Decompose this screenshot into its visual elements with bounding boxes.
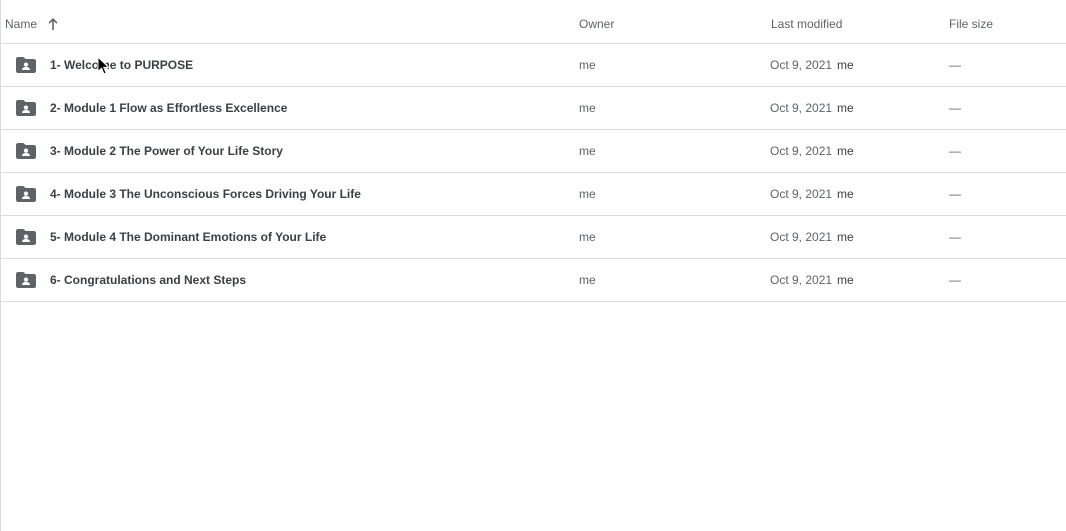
file-list: 1- Welcome to PURPOSE me Oct 9, 2021 me —… (1, 44, 1066, 302)
file-name: 2- Module 1 Flow as Effortless Excellenc… (50, 101, 288, 115)
file-owner: me (579, 144, 596, 158)
shared-folder-icon (16, 186, 36, 202)
file-last-modified: Oct 9, 2021 me (770, 187, 854, 201)
modified-by: me (837, 58, 854, 72)
modified-date: Oct 9, 2021 (770, 273, 833, 287)
arrow-up-icon[interactable] (47, 17, 59, 31)
file-row[interactable]: 1- Welcome to PURPOSE me Oct 9, 2021 me — (1, 44, 1066, 87)
modified-date: Oct 9, 2021 (770, 101, 833, 115)
column-header-name[interactable]: Name (5, 17, 59, 31)
file-row[interactable]: 6- Congratulations and Next Steps me Oct… (1, 259, 1066, 302)
file-owner: me (579, 230, 596, 244)
column-header-last-modified[interactable]: Last modified (771, 17, 842, 31)
modified-by: me (837, 230, 854, 244)
modified-date: Oct 9, 2021 (770, 144, 833, 158)
file-name: 1- Welcome to PURPOSE (50, 58, 194, 72)
file-name: 4- Module 3 The Unconscious Forces Drivi… (50, 187, 361, 201)
file-owner: me (579, 273, 596, 287)
modified-by: me (837, 187, 854, 201)
column-header-name-label: Name (5, 17, 38, 31)
modified-by: me (837, 273, 854, 287)
file-owner: me (579, 58, 596, 72)
shared-folder-icon (16, 143, 36, 159)
modified-by: me (837, 144, 854, 158)
column-header-owner[interactable]: Owner (579, 17, 614, 31)
modified-by: me (837, 101, 854, 115)
file-last-modified: Oct 9, 2021 me (770, 273, 854, 287)
shared-folder-icon (16, 57, 36, 73)
file-row[interactable]: 2- Module 1 Flow as Effortless Excellenc… (1, 87, 1066, 130)
file-owner: me (579, 187, 596, 201)
file-row[interactable]: 4- Module 3 The Unconscious Forces Drivi… (1, 173, 1066, 216)
file-size: — (949, 187, 961, 201)
shared-folder-icon (16, 100, 36, 116)
file-name: 3- Module 2 The Power of Your Life Story (50, 144, 283, 158)
modified-date: Oct 9, 2021 (770, 187, 833, 201)
file-size: — (949, 101, 961, 115)
file-row[interactable]: 5- Module 4 The Dominant Emotions of You… (1, 216, 1066, 259)
column-header-file-size[interactable]: File size (949, 17, 993, 31)
file-row[interactable]: 3- Module 2 The Power of Your Life Story… (1, 130, 1066, 173)
column-header-row: Name Owner Last modified File size (1, 0, 1066, 44)
modified-date: Oct 9, 2021 (770, 230, 833, 244)
shared-folder-icon (16, 272, 36, 288)
file-name: 5- Module 4 The Dominant Emotions of You… (50, 230, 327, 244)
modified-date: Oct 9, 2021 (770, 58, 833, 72)
file-size: — (949, 273, 961, 287)
file-name: 6- Congratulations and Next Steps (50, 273, 247, 287)
file-last-modified: Oct 9, 2021 me (770, 58, 854, 72)
file-last-modified: Oct 9, 2021 me (770, 230, 854, 244)
file-last-modified: Oct 9, 2021 me (770, 101, 854, 115)
file-size: — (949, 58, 961, 72)
shared-folder-icon (16, 229, 36, 245)
file-size: — (949, 144, 961, 158)
file-size: — (949, 230, 961, 244)
file-list-view: Name Owner Last modified File size 1- We… (0, 0, 1066, 531)
file-owner: me (579, 101, 596, 115)
file-last-modified: Oct 9, 2021 me (770, 144, 854, 158)
